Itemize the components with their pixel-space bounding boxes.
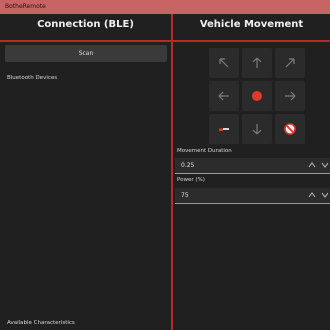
- scan-button[interactable]: Scan: [5, 45, 167, 62]
- movement-duration-field[interactable]: 0.25: [175, 158, 330, 174]
- arrow-left-icon: [218, 91, 229, 101]
- move-down-button[interactable]: [242, 114, 272, 144]
- power-field[interactable]: 75: [175, 188, 330, 204]
- movement-duration-label: Movement Duration: [177, 148, 232, 154]
- power-label: Power (%): [177, 177, 205, 183]
- no-entry-icon: [284, 123, 296, 135]
- move-up-button[interactable]: [242, 48, 272, 78]
- move-up-left-button[interactable]: [209, 48, 239, 78]
- bluetooth-devices-label: Bluetooth Devices: [7, 75, 58, 81]
- available-characteristics-label: Available Characteristics: [7, 320, 75, 326]
- movement-panel-title: Vehicle Movement: [199, 19, 304, 30]
- window-title: BotheRemote: [5, 3, 46, 10]
- move-up-right-button[interactable]: [275, 48, 305, 78]
- arrow-down-icon: [252, 124, 262, 135]
- move-left-button[interactable]: [209, 81, 239, 111]
- chevron-up-icon[interactable]: [308, 161, 316, 169]
- arrow-up-icon: [252, 57, 262, 68]
- move-right-button[interactable]: [275, 81, 305, 111]
- connection-header-divider: [0, 40, 171, 42]
- vertical-divider: [171, 14, 173, 330]
- arrow-up-left-icon: [219, 58, 229, 68]
- title-bar: BotheRemote: [0, 0, 330, 14]
- chevron-down-icon[interactable]: [321, 191, 329, 199]
- brush-button[interactable]: [209, 114, 239, 144]
- chevron-down-icon[interactable]: [321, 161, 329, 169]
- movement-duration-value: 0.25: [181, 162, 195, 169]
- brush-icon: [219, 128, 229, 131]
- arrow-right-icon: [285, 91, 296, 101]
- no-entry-button[interactable]: [275, 114, 305, 144]
- movement-header-divider: [173, 40, 330, 42]
- stop-button[interactable]: [242, 81, 272, 111]
- arrow-up-right-icon: [285, 58, 295, 68]
- stop-record-icon: [252, 91, 262, 101]
- connection-panel-title: Connection (BLE): [37, 19, 134, 30]
- chevron-up-icon[interactable]: [308, 191, 316, 199]
- power-value: 75: [181, 192, 189, 199]
